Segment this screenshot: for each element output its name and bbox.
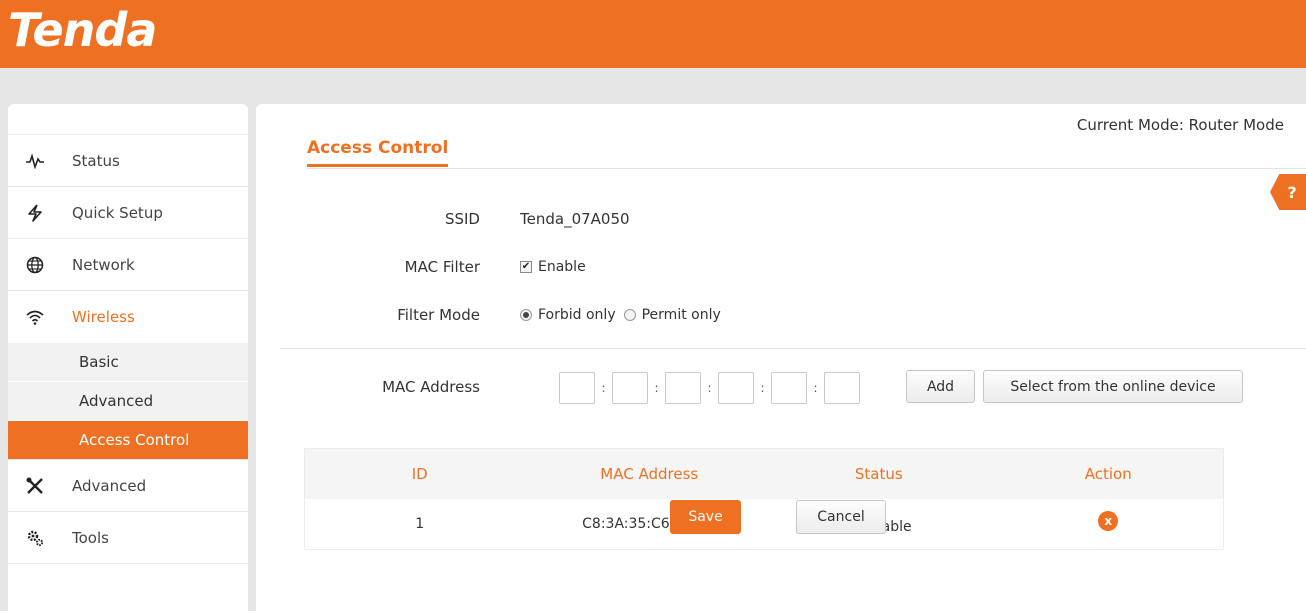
filter-mode-row: Filter Mode Forbid only Permit only <box>256 306 729 324</box>
mac-octet-1-input[interactable] <box>559 372 595 404</box>
permit-only-label: Permit only <box>641 307 721 323</box>
mac-octet-2-input[interactable] <box>612 372 648 404</box>
mac-separator: : <box>760 381 765 395</box>
main-panel: Current Mode: Router Mode Access Control… <box>256 104 1306 611</box>
column-header-id: ID <box>411 465 428 483</box>
mac-octet-4-input[interactable] <box>718 372 754 404</box>
wifi-icon <box>22 309 48 325</box>
mac-address-row: MAC Address <box>256 378 520 396</box>
radio-unselected-icon <box>623 309 636 321</box>
forbid-only-radio[interactable]: Forbid only <box>520 307 616 323</box>
lightning-icon <box>22 203 48 222</box>
mac-address-input-group: : : : : : <box>559 372 860 404</box>
mac-separator: : <box>707 381 712 395</box>
sidebar-item-label: Wireless <box>72 307 135 326</box>
sidebar-subitem-basic[interactable]: Basic <box>8 342 248 381</box>
ssid-label: SSID <box>444 210 480 228</box>
mac-address-label: MAC Address <box>382 378 480 396</box>
column-header-mac-address: MAC Address <box>600 465 699 483</box>
mac-filter-row: MAC Filter ✔ Enable <box>256 258 586 276</box>
sidebar-item-quick-setup[interactable]: Quick Setup <box>8 186 248 238</box>
sidebar-item-label: Quick Setup <box>72 203 163 222</box>
sidebar-subitem-access-control[interactable]: Access Control <box>8 420 248 459</box>
sidebar-nav: Status Quick Setup Network Wireless Basi… <box>8 104 248 611</box>
add-button[interactable]: Add <box>906 370 975 403</box>
save-button[interactable]: Save <box>670 500 741 534</box>
cancel-button[interactable]: Cancel <box>796 500 886 534</box>
mac-filter-enable-checkbox[interactable]: ✔ Enable <box>520 259 586 275</box>
sidebar-subitem-advanced[interactable]: Advanced <box>8 381 248 420</box>
help-button[interactable]: ? <box>1270 174 1306 210</box>
mac-separator: : <box>601 381 606 395</box>
mac-filter-table: ID MAC Address Status Action 1 C8:3A:35:… <box>304 448 1224 550</box>
sidebar-item-label: Network <box>72 255 135 274</box>
sidebar-item-tools[interactable]: Tools <box>8 511 248 563</box>
filter-mode-label: Filter Mode <box>397 306 480 324</box>
sidebar-item-wireless[interactable]: Wireless <box>8 290 248 342</box>
mac-separator: : <box>654 381 659 395</box>
title-divider <box>307 168 1306 169</box>
sidebar-item-status[interactable]: Status <box>8 134 248 186</box>
mac-filter-enable-label: Enable <box>538 259 586 275</box>
ssid-row: SSID Tenda_07A050 <box>256 210 630 228</box>
sidebar-divider <box>8 563 248 564</box>
sidebar-item-label: Tools <box>72 528 109 547</box>
row-id: 1 <box>415 516 425 532</box>
tools-cross-icon <box>22 477 48 495</box>
delete-icon[interactable]: x <box>1098 511 1119 531</box>
column-header-action: Action <box>1084 465 1132 483</box>
globe-icon <box>22 256 48 274</box>
gears-icon <box>22 529 48 547</box>
current-mode-text: Current Mode: Router Mode <box>1076 116 1284 134</box>
sidebar-item-label: Status <box>72 151 120 170</box>
page-title: Access Control <box>307 138 449 167</box>
mac-separator: : <box>813 381 818 395</box>
row-action-cell: x <box>994 511 1224 531</box>
sidebar-item-label: Advanced <box>72 476 147 495</box>
select-online-device-button[interactable]: Select from the online device <box>983 370 1243 403</box>
sidebar-item-advanced[interactable]: Advanced <box>8 459 248 511</box>
ssid-value: Tenda_07A050 <box>520 210 630 228</box>
column-header-status: Status <box>854 465 903 483</box>
section-divider <box>280 348 1306 349</box>
top-bar: Tenda <box>0 0 1306 68</box>
sidebar-item-network[interactable]: Network <box>8 238 248 290</box>
brand-logo: Tenda <box>8 3 157 57</box>
mac-octet-3-input[interactable] <box>665 372 701 404</box>
mac-octet-5-input[interactable] <box>771 372 807 404</box>
table-row: 1 C8:3A:35:C6:B3:C7 ✔ Enable x <box>305 499 1223 549</box>
permit-only-radio[interactable]: Permit only <box>623 307 721 323</box>
radio-selected-icon <box>520 309 532 321</box>
forbid-only-label: Forbid only <box>538 307 616 323</box>
table-header: ID MAC Address Status Action <box>305 449 1223 499</box>
checkmark-icon: ✔ <box>520 261 532 273</box>
mac-filter-label: MAC Filter <box>404 258 480 276</box>
mac-octet-6-input[interactable] <box>824 372 860 404</box>
pulse-icon <box>22 152 48 169</box>
